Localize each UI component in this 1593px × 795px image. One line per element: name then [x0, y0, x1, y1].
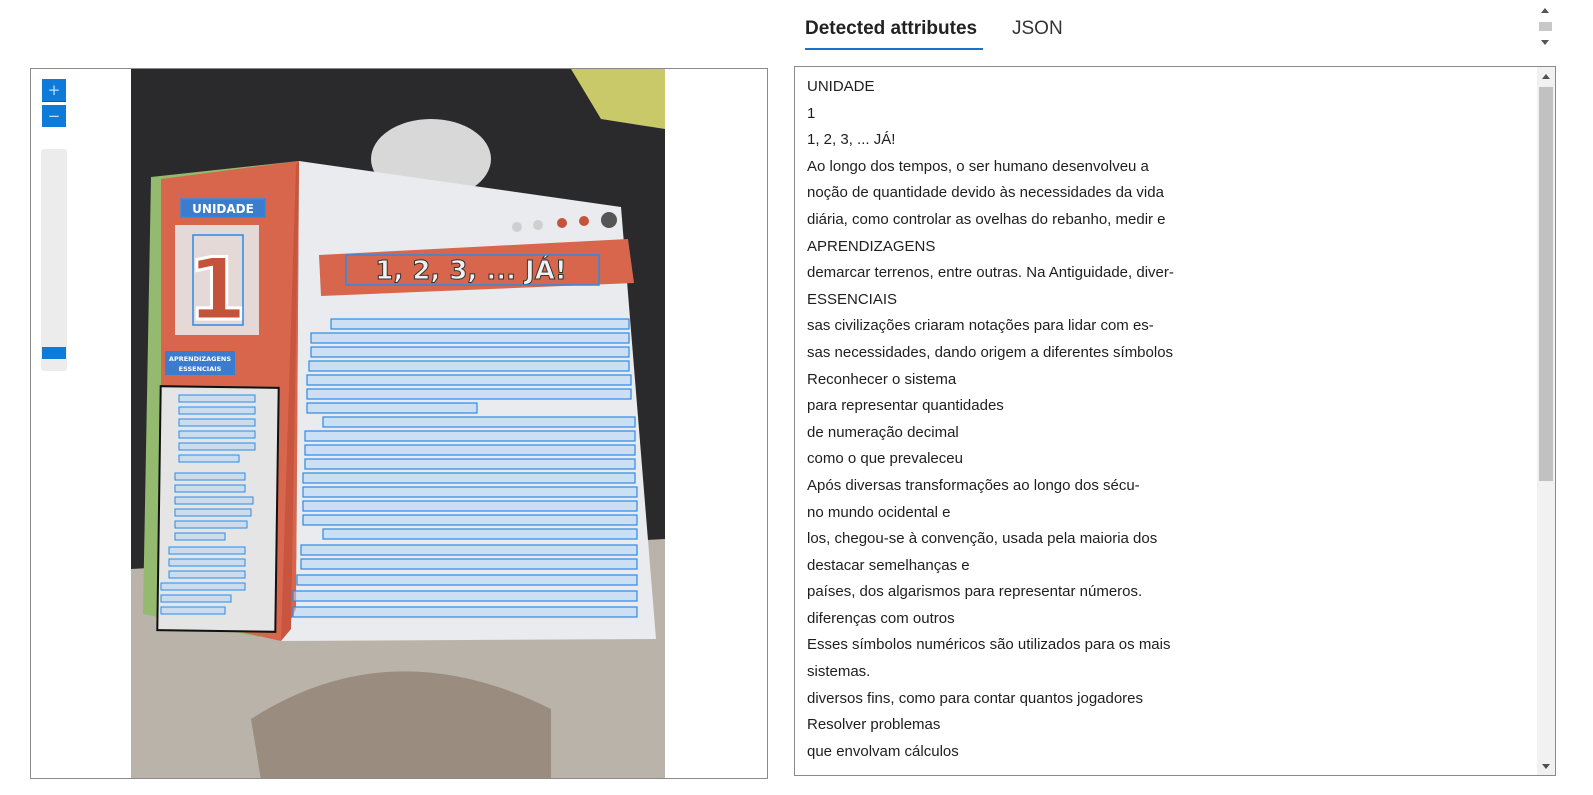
text-panel-scrollbar[interactable]: [1537, 67, 1555, 775]
detected-line: Resolver problemas: [807, 716, 941, 734]
photo-title: 1, 2, 3, ... JÁ!: [375, 254, 566, 286]
zoom-in-button[interactable]: +: [42, 79, 66, 102]
detected-line: los, chegou-se à convenção, usada pela m…: [807, 530, 1158, 548]
detected-line: como o que prevaleceu: [807, 450, 963, 468]
detected-line: Reconhecer o sistema: [807, 370, 957, 388]
detected-line: sistemas.: [807, 663, 871, 681]
detected-line: 1, 2, 3, ... JÁ!: [807, 131, 896, 149]
tab-detected-attributes[interactable]: Detected attributes: [805, 16, 977, 42]
detected-line: APRENDIZAGENS: [807, 237, 936, 255]
zoom-slider[interactable]: [41, 149, 67, 371]
detected-line: de numeração decimal: [807, 423, 959, 441]
detected-line: ESSENCIAIS: [807, 290, 898, 308]
detected-line: noção de quantidade devido às necessidad…: [807, 184, 1164, 202]
text-panel-scroll-thumb[interactable]: [1539, 87, 1553, 481]
detected-line: sas necessidades, dando origem a diferen…: [807, 343, 1174, 361]
zoom-slider-handle[interactable]: [42, 347, 66, 359]
detected-text-panel: UNIDADE 1 1, 2, 3, ... JÁ! Ao longo dos tem…: [794, 66, 1556, 776]
detected-line: países, dos algarismos para representar …: [807, 583, 1143, 601]
page-scrollbar[interactable]: [1537, 4, 1553, 50]
detected-line: demarcar terrenos, entre outras. Na Anti…: [807, 264, 1174, 282]
page-scroll-thumb[interactable]: [1539, 22, 1552, 31]
image-viewer: UNIDADE 1 APRENDIZAGENS ESSENCIAIS 1, 2,…: [30, 68, 768, 779]
detected-line: UNIDADE: [807, 78, 875, 95]
detected-line: 1: [807, 104, 816, 122]
detected-line: para representar quantidades: [807, 397, 1004, 415]
photo-unit-badge: UNIDADE: [192, 202, 254, 216]
detected-line: diária, como controlar as ovelhas do reb…: [807, 210, 1166, 228]
svg-text:ESSENCIAIS: ESSENCIAIS: [179, 365, 222, 373]
zoom-out-button[interactable]: −: [42, 105, 66, 127]
detected-line: sas civilizações criaram notações para l…: [807, 317, 1154, 335]
detected-line: Esses símbolos numéricos são utilizados …: [807, 636, 1171, 654]
active-tab-indicator: [805, 48, 983, 50]
detected-line: Após diversas transformações ao longo do…: [807, 476, 1140, 494]
detected-line: que envolvam cálculos: [807, 742, 959, 760]
detected-line: diversos fins, como para contar quantos …: [807, 689, 1144, 707]
detected-line: destacar semelhanças e: [807, 556, 970, 574]
detected-lines-list: UNIDADE 1 1, 2, 3, ... JÁ! Ao longo dos tem…: [807, 74, 1174, 765]
detected-line: Ao longo dos tempos, o ser humano desenv…: [807, 157, 1149, 175]
analyzed-photo: UNIDADE 1 APRENDIZAGENS ESSENCIAIS 1, 2,…: [131, 69, 665, 778]
svg-text:APRENDIZAGENS: APRENDIZAGENS: [169, 355, 231, 363]
detected-line: no mundo ocidental e: [807, 503, 951, 521]
detected-line: diferenças com outros: [807, 609, 955, 627]
tab-json[interactable]: JSON: [1012, 16, 1063, 42]
